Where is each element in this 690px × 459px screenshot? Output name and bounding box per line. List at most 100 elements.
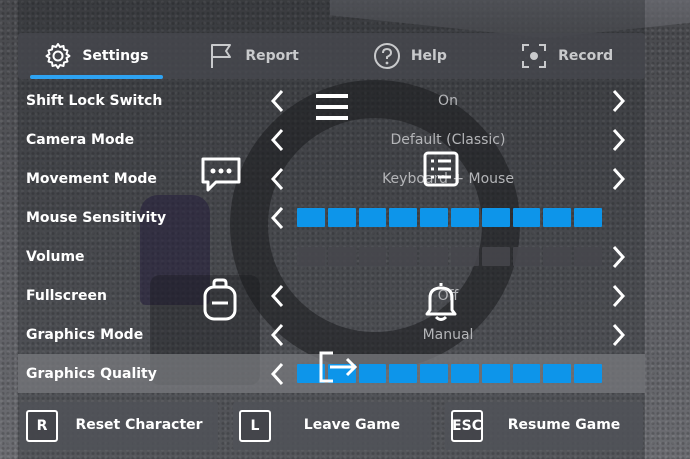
slider-segment[interactable] — [420, 208, 448, 227]
chevron-right-icon — [612, 323, 626, 347]
setting-label: Mouse Sensitivity — [26, 209, 167, 226]
slider-segment[interactable] — [389, 247, 418, 266]
tab-record[interactable]: Record — [488, 33, 645, 79]
setting-row-fullscreen: Fullscreen Off — [18, 276, 645, 315]
slider-segment[interactable] — [574, 208, 602, 227]
chevron-left-icon — [270, 323, 284, 347]
setting-row-mouse-sensitivity: Mouse Sensitivity — [18, 198, 645, 237]
next-option-button[interactable] — [608, 127, 628, 153]
slider-segment[interactable] — [389, 364, 418, 383]
mouse-sensitivity-slider[interactable] — [297, 208, 602, 227]
next-option-button[interactable] — [608, 322, 628, 348]
setting-label: Shift Lock Switch — [26, 92, 163, 109]
setting-label: Volume — [26, 248, 85, 265]
decrease-button[interactable] — [268, 361, 288, 387]
backpack-icon[interactable] — [202, 278, 238, 322]
slider-segment[interactable] — [481, 208, 510, 227]
exit-icon[interactable] — [317, 350, 359, 384]
setting-label: Movement Mode — [26, 170, 157, 187]
slider-segment[interactable] — [512, 208, 541, 227]
playerlist-icon[interactable] — [422, 150, 460, 188]
menu-icon[interactable] — [314, 92, 350, 122]
slider-segment[interactable] — [543, 208, 572, 227]
notification-bell-icon[interactable] — [424, 280, 458, 322]
setting-row-volume: Volume — [18, 237, 645, 276]
slider-segment[interactable] — [297, 247, 325, 266]
slider-segment[interactable] — [481, 247, 510, 266]
bottom-action-bar: R Reset Character L Leave Game ESC Resum… — [20, 402, 644, 450]
slider-segment[interactable] — [512, 364, 541, 383]
setting-label: Graphics Quality — [26, 365, 157, 382]
chevron-right-icon — [612, 245, 626, 269]
tab-label: Help — [410, 48, 447, 64]
slider-segment[interactable] — [358, 364, 387, 383]
tab-help[interactable]: Help — [332, 33, 489, 79]
slider-segment[interactable] — [327, 247, 356, 266]
gear-icon — [45, 43, 71, 69]
setting-value: Manual — [422, 326, 474, 343]
setting-label: Fullscreen — [26, 287, 107, 304]
chevron-left-icon — [270, 362, 284, 386]
question-icon — [373, 43, 400, 69]
increase-button[interactable] — [608, 244, 628, 270]
chevron-left-icon — [270, 284, 284, 308]
slider-segment[interactable] — [543, 364, 572, 383]
slider-segment[interactable] — [297, 208, 325, 227]
slider-segment[interactable] — [512, 247, 541, 266]
previous-option-button[interactable] — [268, 283, 288, 309]
setting-value: Default (Classic) — [390, 131, 506, 148]
chevron-left-icon — [270, 89, 284, 113]
chevron-right-icon — [612, 284, 626, 308]
previous-option-button[interactable] — [268, 322, 288, 348]
next-option-button[interactable] — [608, 283, 628, 309]
slider-segment[interactable] — [574, 247, 602, 266]
next-option-button[interactable] — [608, 166, 628, 192]
button-label: Leave Game — [303, 417, 401, 433]
button-label: Resume Game — [507, 417, 621, 433]
slider-segment[interactable] — [543, 247, 572, 266]
slider-segment[interactable] — [420, 247, 448, 266]
previous-option-button[interactable] — [268, 166, 288, 192]
chevron-left-icon — [270, 167, 284, 191]
resume-game-button[interactable]: ESC Resume Game — [445, 402, 643, 450]
button-label: Reset Character — [75, 417, 203, 433]
tab-label: Record — [558, 48, 614, 64]
slider-segment[interactable] — [358, 208, 387, 227]
slider-segment[interactable] — [574, 364, 602, 383]
chevron-right-icon — [612, 89, 626, 113]
setting-label: Camera Mode — [26, 131, 135, 148]
slider-segment[interactable] — [450, 208, 479, 227]
slider-segment[interactable] — [481, 364, 510, 383]
keyboard-shortcut-badge: ESC — [451, 410, 483, 442]
setting-row-movement-mode: Movement Mode Keyboard + Mouse — [18, 159, 645, 198]
volume-slider[interactable] — [297, 247, 602, 266]
slider-segment[interactable] — [358, 247, 387, 266]
slider-segment[interactable] — [450, 247, 479, 266]
next-option-button[interactable] — [608, 88, 628, 114]
keyboard-shortcut-badge: R — [26, 410, 58, 442]
settings-list: Shift Lock Switch On Camera Mode Default… — [18, 81, 645, 393]
tab-settings[interactable]: Settings — [18, 33, 175, 79]
chevron-left-icon — [270, 128, 284, 152]
tab-report[interactable]: Report — [175, 33, 332, 79]
reset-character-button[interactable]: R Reset Character — [20, 402, 218, 450]
setting-row-graphics-mode: Graphics Mode Manual — [18, 315, 645, 354]
chevron-left-icon — [270, 206, 284, 230]
menu-tab-bar: Settings Report Help Record — [18, 33, 645, 79]
previous-option-button[interactable] — [268, 127, 288, 153]
tab-label: Settings — [82, 48, 149, 64]
record-icon — [522, 44, 547, 68]
chevron-right-icon — [612, 128, 626, 152]
keyboard-shortcut-badge: L — [239, 410, 271, 442]
chevron-right-icon — [612, 167, 626, 191]
slider-segment[interactable] — [450, 364, 479, 383]
leave-game-button[interactable]: L Leave Game — [233, 402, 431, 450]
decrease-button[interactable] — [268, 205, 288, 231]
previous-option-button[interactable] — [268, 88, 288, 114]
slider-segment[interactable] — [389, 208, 418, 227]
chat-icon[interactable] — [200, 156, 242, 194]
slider-segment[interactable] — [420, 364, 448, 383]
slider-segment[interactable] — [327, 208, 356, 227]
tab-label: Report — [245, 48, 299, 64]
setting-row-camera-mode: Camera Mode Default (Classic) — [18, 120, 645, 159]
